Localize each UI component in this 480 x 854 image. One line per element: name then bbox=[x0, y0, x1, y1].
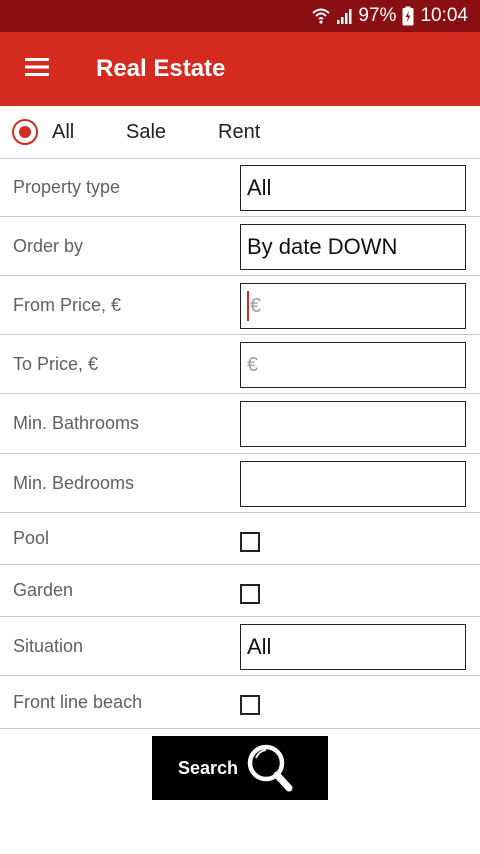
min-bedrooms-label: Min. Bedrooms bbox=[13, 472, 135, 493]
row-min-bathrooms: Min. Bathrooms bbox=[0, 394, 480, 454]
radio-label-sale: Sale bbox=[126, 120, 167, 143]
row-pool: Pool bbox=[0, 513, 480, 565]
signal-icon bbox=[336, 7, 352, 25]
row-order-by: Order by By date DOWN bbox=[0, 217, 480, 276]
property-type-select[interactable]: All bbox=[240, 165, 466, 211]
app-bar: Real Estate bbox=[0, 32, 480, 106]
order-by-value: By date DOWN bbox=[247, 234, 398, 259]
listing-type-radio-group: All Sale Rent bbox=[0, 106, 480, 158]
to-price-input[interactable]: € bbox=[240, 342, 466, 388]
garden-checkbox[interactable] bbox=[240, 584, 260, 604]
radio-label-rent: Rent bbox=[218, 120, 261, 143]
clock: 10:04 bbox=[420, 5, 468, 26]
situation-label: Situation bbox=[13, 635, 84, 656]
search-button[interactable]: Search bbox=[152, 736, 328, 800]
radio-all[interactable]: All bbox=[12, 116, 74, 148]
search-button-label: Search bbox=[178, 757, 239, 778]
row-front-line-beach: Front line beach bbox=[0, 676, 480, 729]
row-situation: Situation All bbox=[0, 617, 480, 676]
row-garden: Garden bbox=[0, 565, 480, 617]
status-icons: 97% 10:04 bbox=[312, 0, 468, 32]
battery-charging-icon bbox=[402, 6, 414, 26]
menu-button[interactable] bbox=[14, 46, 60, 92]
min-bedrooms-input[interactable] bbox=[240, 461, 466, 507]
hamburger-menu-icon bbox=[25, 57, 49, 82]
wifi-icon bbox=[312, 7, 331, 25]
garden-label: Garden bbox=[13, 580, 74, 600]
radio-selected-icon bbox=[12, 119, 38, 145]
to-price-placeholder: € bbox=[247, 353, 259, 376]
order-by-select[interactable]: By date DOWN bbox=[240, 224, 466, 270]
pool-checkbox[interactable] bbox=[240, 532, 260, 552]
row-to-price: To Price, € € bbox=[0, 335, 480, 394]
property-type-label: Property type bbox=[13, 177, 121, 197]
order-by-label: Order by bbox=[13, 235, 84, 256]
battery-percent: 97% bbox=[358, 5, 397, 26]
from-price-placeholder: € bbox=[250, 294, 262, 317]
status-bar: 97% 10:04 bbox=[0, 0, 480, 32]
from-price-input[interactable]: € bbox=[240, 283, 466, 329]
magnifier-icon bbox=[245, 742, 295, 799]
radio-rent[interactable]: Rent bbox=[218, 116, 260, 148]
text-cursor bbox=[247, 291, 249, 321]
to-price-label: To Price, € bbox=[13, 353, 99, 374]
front-line-beach-checkbox[interactable] bbox=[240, 695, 260, 715]
app-title: Real Estate bbox=[96, 55, 226, 82]
radio-label-all: All bbox=[52, 120, 75, 143]
pool-label: Pool bbox=[13, 528, 50, 548]
row-min-bedrooms: Min. Bedrooms bbox=[0, 454, 480, 513]
row-from-price: From Price, € € bbox=[0, 276, 480, 335]
row-property-type: Property type All bbox=[0, 158, 480, 217]
radio-sale[interactable]: Sale bbox=[126, 116, 166, 148]
min-bathrooms-input[interactable] bbox=[240, 401, 466, 447]
from-price-label: From Price, € bbox=[13, 294, 122, 315]
situation-select[interactable]: All bbox=[240, 624, 466, 670]
situation-value: All bbox=[247, 634, 272, 659]
front-line-beach-label: Front line beach bbox=[13, 691, 143, 712]
property-type-value: All bbox=[247, 175, 272, 200]
min-bathrooms-label: Min. Bathrooms bbox=[13, 413, 140, 433]
